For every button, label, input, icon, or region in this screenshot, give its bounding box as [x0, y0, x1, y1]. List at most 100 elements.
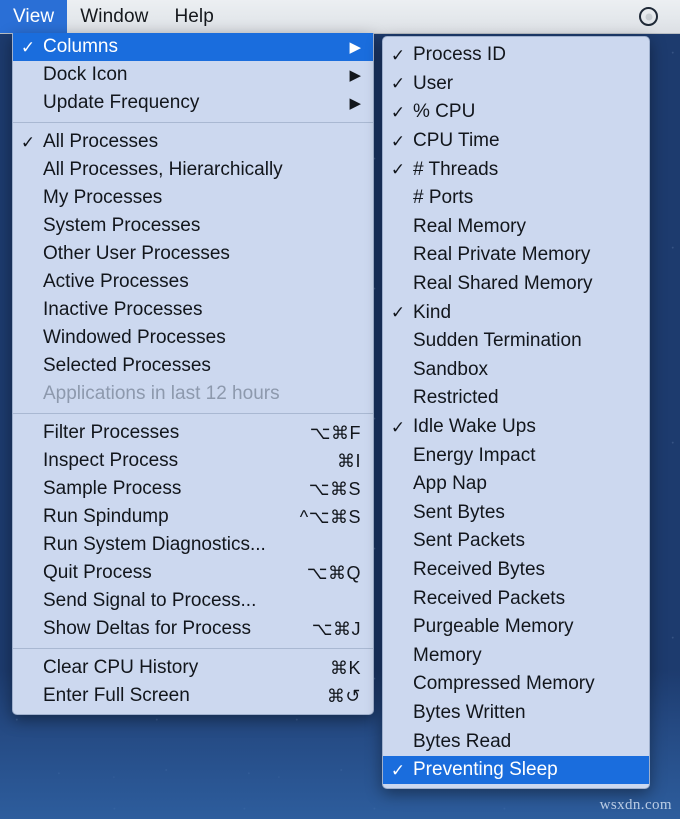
checkmark-icon: ✓: [20, 37, 36, 57]
view-menu-item-windowed-processes[interactable]: Windowed Processes: [13, 324, 373, 352]
menu-item-label: Received Packets: [413, 587, 566, 609]
menu-item-label: Received Bytes: [413, 558, 546, 580]
view-menu-item-quit-process[interactable]: Quit Process ⌥⌘Q: [13, 559, 373, 587]
view-menu-item-system-processes[interactable]: System Processes: [13, 212, 373, 240]
menu-item-label: Show Deltas for Process: [43, 618, 252, 639]
checkmark-icon: ✓: [390, 102, 406, 122]
columns-item-restricted[interactable]: Restricted: [383, 384, 649, 413]
columns-item-ports[interactable]: # Ports: [383, 184, 649, 213]
view-menu-item-selected-processes[interactable]: Selected Processes: [13, 352, 373, 380]
view-menu-item-send-signal-to-process[interactable]: Send Signal to Process...: [13, 587, 373, 615]
menu-item-label: Restricted: [413, 387, 499, 409]
checkmark-icon: ✓: [390, 45, 406, 65]
menu-item-label: Sandbox: [413, 358, 489, 380]
columns-item-app-nap[interactable]: App Nap: [383, 470, 649, 499]
columns-item-real-shared-memory[interactable]: Real Shared Memory: [383, 270, 649, 299]
checkmark-icon: ✓: [390, 160, 406, 180]
menu-item-label: Real Private Memory: [413, 244, 591, 266]
menubar-item-help[interactable]: Help: [161, 0, 226, 33]
columns-item-real-memory[interactable]: Real Memory: [383, 213, 649, 242]
menu-item-label: Dock Icon: [43, 64, 128, 85]
view-menu-item-all-processes-hierarchically[interactable]: All Processes, Hierarchically: [13, 156, 373, 184]
columns-item-energy-impact[interactable]: Energy Impact: [383, 441, 649, 470]
menu-item-label: Enter Full Screen: [43, 685, 190, 706]
menu-item-label: My Processes: [43, 187, 163, 208]
menu-item-shortcut: ⌥⌘J: [311, 618, 361, 639]
view-menu-item-inspect-process[interactable]: Inspect Process ⌘I: [13, 447, 373, 475]
view-menu-item-run-system-diagnostics[interactable]: Run System Diagnostics...: [13, 531, 373, 559]
columns-item-cpu[interactable]: ✓ % CPU: [383, 98, 649, 127]
columns-item-purgeable-memory[interactable]: Purgeable Memory: [383, 613, 649, 642]
menu-item-label: Columns: [43, 36, 118, 57]
columns-item-received-packets[interactable]: Received Packets: [383, 584, 649, 613]
columns-item-sudden-termination[interactable]: Sudden Termination: [383, 327, 649, 356]
menu-item-label: Memory: [413, 644, 482, 666]
checkmark-icon: ✓: [390, 303, 406, 323]
columns-item-idle-wake-ups[interactable]: ✓ Idle Wake Ups: [383, 413, 649, 442]
menu-item-label: Bytes Written: [413, 701, 526, 723]
view-menu-item-all-processes[interactable]: ✓ All Processes: [13, 128, 373, 156]
columns-item-sent-bytes[interactable]: Sent Bytes: [383, 499, 649, 528]
menu-bar-status-area: [639, 0, 680, 33]
columns-item-received-bytes[interactable]: Received Bytes: [383, 556, 649, 585]
view-menu-item-run-spindump[interactable]: Run Spindump ^⌥⌘S: [13, 503, 373, 531]
view-menu-item-applications-in-last-12-hours: Applications in last 12 hours: [13, 380, 373, 408]
checkmark-icon: ✓: [390, 760, 406, 780]
view-menu-item-show-deltas-for-process[interactable]: Show Deltas for Process ⌥⌘J: [13, 615, 373, 643]
menu-item-label: Real Memory: [413, 215, 526, 237]
columns-item-sandbox[interactable]: Sandbox: [383, 356, 649, 385]
columns-item-threads[interactable]: ✓ # Threads: [383, 155, 649, 184]
view-menu-item-other-user-processes[interactable]: Other User Processes: [13, 240, 373, 268]
menu-item-label: Inactive Processes: [43, 299, 203, 320]
siri-circle-icon[interactable]: [639, 7, 658, 26]
menu-item-shortcut: ⌥⌘F: [309, 422, 361, 443]
menu-item-shortcut: ⌘I: [336, 450, 361, 471]
view-menu-item-clear-cpu-history[interactable]: Clear CPU History ⌘K: [13, 654, 373, 682]
menu-item-label: Sent Bytes: [413, 501, 505, 523]
view-menu-item-active-processes[interactable]: Active Processes: [13, 268, 373, 296]
menu-item-label: All Processes: [43, 131, 159, 152]
columns-item-user[interactable]: ✓ User: [383, 70, 649, 99]
menubar-item-window[interactable]: Window: [67, 0, 161, 33]
menu-bar: View Window Help: [0, 0, 680, 34]
checkmark-icon: ✓: [390, 74, 406, 94]
columns-item-bytes-read[interactable]: Bytes Read: [383, 727, 649, 756]
menu-item-label: Run Spindump: [43, 506, 169, 527]
menu-item-label: Energy Impact: [413, 444, 536, 466]
columns-item-process-id[interactable]: ✓ Process ID: [383, 41, 649, 70]
columns-item-cpu-time[interactable]: ✓ CPU Time: [383, 127, 649, 156]
menu-item-label: Inspect Process: [43, 450, 179, 471]
menu-item-label: Update Frequency: [43, 92, 200, 113]
view-menu-item-enter-full-screen[interactable]: Enter Full Screen ⌘↺: [13, 682, 373, 710]
menu-item-shortcut: ⌥⌘Q: [306, 562, 361, 583]
view-menu-item-filter-processes[interactable]: Filter Processes ⌥⌘F: [13, 419, 373, 447]
menu-item-label: Filter Processes: [43, 422, 180, 443]
menu-item-shortcut: ⌥⌘S: [308, 478, 361, 499]
columns-item-memory[interactable]: Memory: [383, 641, 649, 670]
menubar-item-view[interactable]: View: [0, 0, 68, 33]
menu-item-label: Send Signal to Process...: [43, 590, 257, 611]
menu-item-label: % CPU: [413, 101, 476, 123]
menu-item-shortcut: ⌘K: [329, 657, 361, 678]
columns-item-compressed-memory[interactable]: Compressed Memory: [383, 670, 649, 699]
view-menu-item-columns[interactable]: ✓ Columns ▶: [13, 33, 373, 61]
view-menu: ✓ Columns ▶ Dock Icon ▶ Update Frequency ▶ ✓ All…: [12, 33, 374, 715]
menu-item-label: Purgeable Memory: [413, 616, 574, 638]
submenu-arrow-icon: ▶: [349, 38, 361, 56]
view-menu-item-update-frequency[interactable]: Update Frequency ▶: [13, 89, 373, 117]
view-menu-item-sample-process[interactable]: Sample Process ⌥⌘S: [13, 475, 373, 503]
menu-item-label: System Processes: [43, 215, 201, 236]
columns-item-bytes-written[interactable]: Bytes Written: [383, 699, 649, 728]
columns-submenu: ✓ Process ID ✓ User ✓ % CPU ✓ CPU Time ✓ # Thread…: [382, 36, 650, 790]
view-menu-item-inactive-processes[interactable]: Inactive Processes: [13, 296, 373, 324]
menu-item-shortcut: ⌘↺: [326, 685, 361, 706]
menu-item-label: Real Shared Memory: [413, 273, 593, 295]
view-menu-item-dock-icon[interactable]: Dock Icon ▶: [13, 61, 373, 89]
desktop: View Window Help ✓ Columns ▶ Dock Icon ▶ Update…: [0, 0, 680, 819]
columns-item-kind[interactable]: ✓ Kind: [383, 298, 649, 327]
columns-item-real-private-memory[interactable]: Real Private Memory: [383, 241, 649, 270]
columns-item-sent-packets[interactable]: Sent Packets: [383, 527, 649, 556]
view-menu-item-my-processes[interactable]: My Processes: [13, 184, 373, 212]
menu-item-label: # Ports: [413, 187, 474, 209]
columns-item-preventing-sleep[interactable]: ✓ Preventing Sleep: [383, 755, 649, 785]
